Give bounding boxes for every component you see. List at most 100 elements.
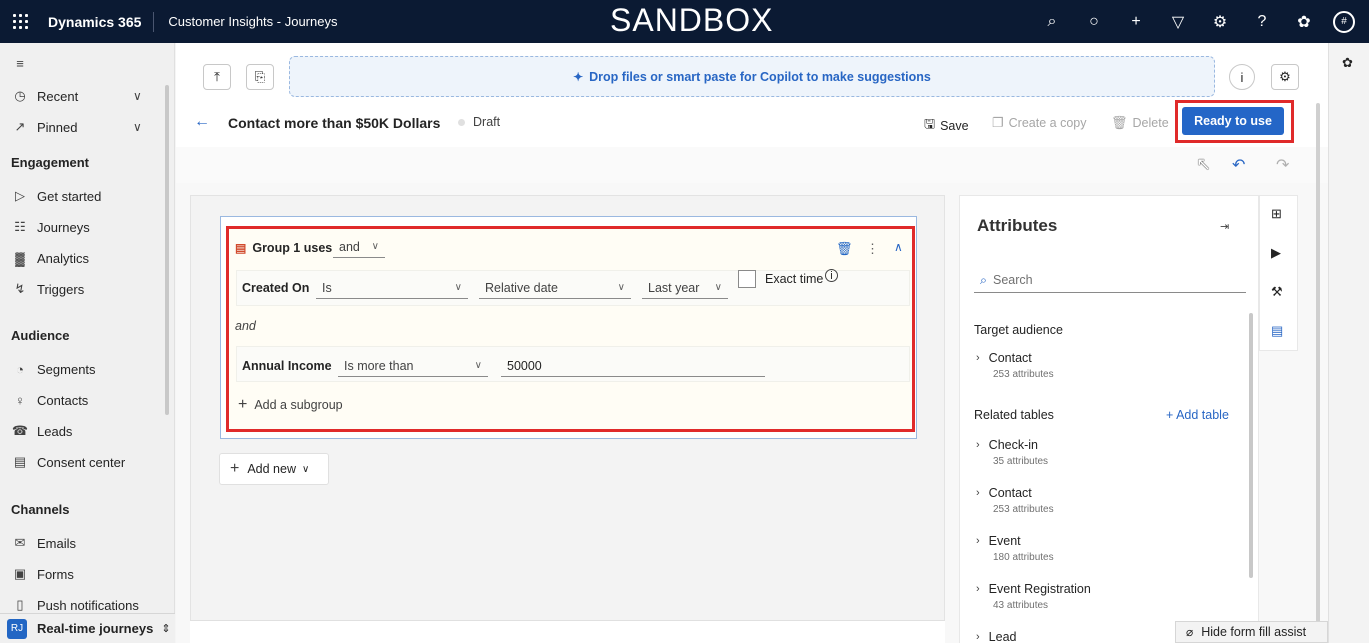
chevron-down-icon[interactable]: ∨	[133, 89, 142, 103]
chevron-down-icon[interactable]: ∨	[133, 120, 142, 134]
sidebar-item-journeys[interactable]: ☷ Journeys	[10, 215, 90, 239]
copilot-icon[interactable]: ✿	[1283, 0, 1325, 43]
sidebar-item-segments[interactable]: ◔ Segments	[10, 357, 95, 381]
help-icon[interactable]: ?	[1241, 0, 1283, 43]
sidebar-item-get-started[interactable]: ▷ Get started	[10, 184, 101, 208]
top-bar: Dynamics 365 Customer Insights - Journey…	[0, 0, 1369, 43]
redo-icon[interactable]: ↷	[1276, 155, 1289, 175]
main-area: ⤒ ⎘ ✦ Drop files or smart paste for Copi…	[176, 43, 1328, 643]
chevron-right-icon: ›	[976, 487, 980, 499]
copilot-icon[interactable]: ✿	[1342, 55, 1353, 71]
attribute-table-item[interactable]: › Check-in 35 attributes	[976, 438, 1048, 467]
copilot-play-icon[interactable]: ▶	[1271, 245, 1281, 261]
condition-joiner: and	[235, 319, 256, 333]
delete-button[interactable]: 🗑 Delete	[1111, 115, 1169, 131]
add-table-link[interactable]: + Add table	[1166, 408, 1229, 422]
sidebar-menu-toggle[interactable]: ≡	[10, 51, 37, 75]
canvas-footer	[190, 620, 945, 643]
filter-icon[interactable]: ▽	[1157, 0, 1199, 43]
sidebar-item-leads[interactable]: ☎ Leads	[10, 419, 73, 443]
attributes-list-icon[interactable]: ▤	[1271, 323, 1283, 339]
search-icon[interactable]: ⌕	[1031, 0, 1073, 43]
copilot-settings-icon[interactable]: ⚙	[1271, 64, 1299, 90]
save-icon: 🖫	[924, 116, 936, 131]
trash-icon[interactable]: 🗑	[836, 241, 853, 257]
plus-icon[interactable]: +	[1115, 0, 1157, 43]
area-name[interactable]: Customer Insights - Journeys	[154, 14, 337, 29]
sidebar-item-emails[interactable]: ✉ Emails	[10, 531, 76, 555]
condition-operator-dropdown[interactable]: Is ∨	[316, 277, 468, 299]
trash-icon: 🗑	[1111, 115, 1128, 130]
trigger-icon: ↯	[14, 281, 26, 296]
attribute-table-item[interactable]: › Contact 253 attributes	[976, 486, 1054, 515]
copilot-dropzone[interactable]: ✦ Drop files or smart paste for Copilot …	[289, 56, 1215, 97]
area-switcher[interactable]: RJ Real-time journeys ⇕	[0, 613, 175, 643]
chevron-down-icon: ∨	[474, 360, 482, 371]
back-arrow-icon[interactable]: ←	[194, 113, 210, 131]
info-icon[interactable]: i	[1229, 64, 1255, 90]
sidebar-item-recent[interactable]: ◷ Recent	[10, 84, 78, 108]
chevron-right-icon: ›	[976, 352, 980, 364]
sidebar-item-forms[interactable]: ▣ Forms	[10, 562, 74, 586]
main-scrollbar[interactable]	[1316, 103, 1320, 623]
copilot-form-icon[interactable]: ⎘	[246, 64, 274, 90]
sidebar-item-contacts[interactable]: ♀ Contacts	[10, 388, 88, 412]
environment-banner: SANDBOX	[610, 2, 774, 38]
save-button[interactable]: 🖫 Save	[924, 115, 969, 137]
attribute-table-item[interactable]: › Event Registration 43 attributes	[976, 582, 1091, 611]
exact-time-checkbox[interactable]	[738, 270, 756, 288]
sidebar-item-pinned[interactable]: ↗ Pinned	[10, 115, 78, 139]
add-element-icon[interactable]: ⊞	[1271, 206, 1282, 222]
undo-redo-bar: ↶ ↷	[176, 147, 1328, 183]
segment-canvas: ▤ Group 1 uses and ∨ 🗑 ⋮ ∧ Created On Is ∨…	[190, 195, 945, 625]
area-label: Real-time journeys	[37, 621, 154, 636]
add-new-button[interactable]: + Add new ∨	[219, 453, 329, 485]
attribute-search-input[interactable]: ⌕ Search	[974, 268, 1246, 293]
chevron-down-icon: ∨	[617, 282, 625, 293]
hide-form-fill-assist-button[interactable]: ⌀ Hide form fill assist	[1175, 621, 1328, 643]
chevron-down-icon: ∨	[454, 282, 462, 293]
pin-icon: ↗	[14, 119, 26, 134]
attributes-title: Attributes	[977, 216, 1058, 235]
more-icon[interactable]: ⋮	[866, 241, 879, 257]
condition-attribute: Created On	[242, 281, 310, 295]
wrench-icon[interactable]: ⚒	[1271, 284, 1283, 300]
ready-to-use-button[interactable]: Ready to use	[1182, 107, 1284, 135]
chevron-right-icon: ›	[976, 583, 980, 595]
attribute-table-item[interactable]: › Lead	[976, 630, 1016, 643]
play-icon: ▷	[15, 188, 25, 203]
attributes-scrollbar[interactable]	[1249, 313, 1253, 578]
app-name[interactable]: Dynamics 365	[40, 11, 155, 32]
sidebar-item-analytics[interactable]: ▓ Analytics	[10, 246, 89, 270]
sidebar-scrollbar[interactable]	[165, 85, 169, 415]
create-copy-button[interactable]: ❐ Create a copy	[992, 115, 1086, 131]
group-operator-dropdown[interactable]: and ∨	[333, 236, 385, 258]
date-type-dropdown[interactable]: Relative date ∨	[479, 277, 631, 299]
sidebar-item-triggers[interactable]: ↯ Triggers	[10, 277, 85, 301]
target-audience-heading: Target audience	[974, 323, 1063, 337]
mail-icon: ✉	[14, 535, 26, 550]
lightbulb-icon[interactable]: ○	[1073, 0, 1115, 43]
push-icon: ▯	[16, 597, 24, 612]
sidebar-item-consent-center[interactable]: ▤ Consent center	[10, 450, 125, 474]
date-value-dropdown[interactable]: Last year ∨	[642, 277, 728, 299]
settings-icon[interactable]: ⚙	[1199, 0, 1241, 43]
form-icon: ▣	[13, 566, 27, 581]
undo-icon[interactable]: ↶	[1232, 155, 1245, 175]
attribute-table-item[interactable]: › Event 180 attributes	[976, 534, 1054, 563]
section-audience: Audience	[11, 328, 70, 343]
chevron-up-icon[interactable]: ∧	[894, 240, 903, 254]
section-engagement: Engagement	[11, 155, 90, 170]
info-icon[interactable]: i	[825, 269, 838, 282]
condition-value-input[interactable]: 50000	[501, 355, 765, 377]
app-launcher-icon[interactable]	[0, 0, 40, 43]
upload-icon[interactable]: ⤒	[203, 64, 231, 90]
section-channels: Channels	[11, 502, 70, 517]
condition-operator-dropdown[interactable]: Is more than ∨	[338, 355, 488, 377]
add-subgroup-button[interactable]: + Add a subgroup	[238, 396, 343, 414]
collapse-panel-icon[interactable]: ⇥	[1220, 220, 1229, 233]
group-header: ▤ Group 1 uses	[235, 241, 333, 255]
journey-icon: ☷	[14, 219, 26, 234]
user-avatar[interactable]: #	[1333, 10, 1355, 33]
attribute-table-item[interactable]: › Contact 253 attributes	[976, 351, 1054, 380]
